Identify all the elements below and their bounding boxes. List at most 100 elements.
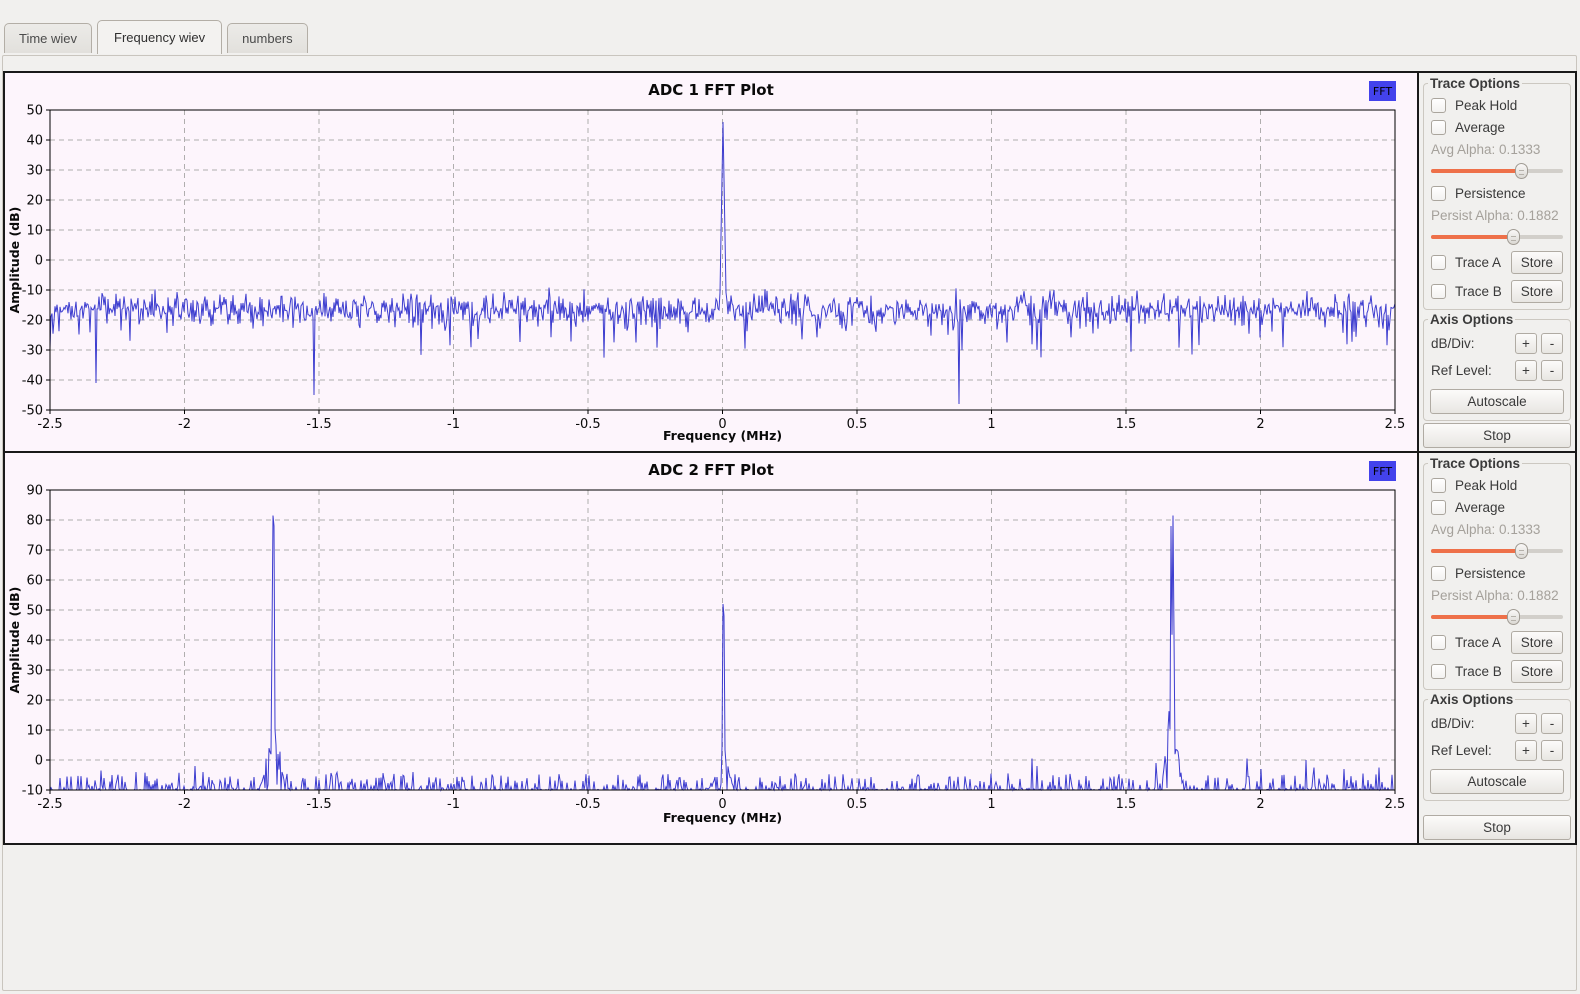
tab-time-view[interactable]: Time wiev xyxy=(4,23,92,53)
svg-text:1: 1 xyxy=(987,797,995,812)
slider-handle[interactable] xyxy=(1515,163,1528,179)
trace-a-store-button[interactable]: Store xyxy=(1511,631,1563,654)
svg-text:-10: -10 xyxy=(22,784,43,799)
trace-a-checkbox[interactable] xyxy=(1431,255,1446,270)
trace-b-store-button[interactable]: Store xyxy=(1511,280,1563,303)
ref-level-row: Ref Level: + - xyxy=(1431,360,1563,381)
ref-level-label: Ref Level: xyxy=(1431,743,1492,758)
persistence-label: Persistence xyxy=(1455,186,1526,201)
db-div-minus-button[interactable]: - xyxy=(1541,713,1563,734)
slider-fill xyxy=(1431,615,1513,619)
db-div-minus-button[interactable]: - xyxy=(1541,333,1563,354)
svg-text:-1: -1 xyxy=(447,417,460,432)
trace-b-store-button[interactable]: Store xyxy=(1511,660,1563,683)
avg-alpha-slider[interactable] xyxy=(1431,162,1563,179)
slider-fill xyxy=(1431,169,1521,173)
slider-handle[interactable] xyxy=(1507,229,1520,245)
db-div-plus-button[interactable]: + xyxy=(1515,333,1537,354)
trace-options-title: Trace Options xyxy=(1428,456,1522,471)
trace-a-checkbox[interactable] xyxy=(1431,635,1446,650)
trace-options-group: Trace Options Peak Hold Average Avg Alph… xyxy=(1423,76,1571,310)
db-div-plus-button[interactable]: + xyxy=(1515,713,1537,734)
avg-alpha-label: Avg Alpha: 0.1333 xyxy=(1431,522,1563,537)
db-div-label: dB/Div: xyxy=(1431,716,1475,731)
svg-text:50: 50 xyxy=(26,604,43,619)
peak-hold-checkbox[interactable] xyxy=(1431,98,1446,113)
trace-options-group: Trace Options Peak Hold Average Avg Alph… xyxy=(1423,456,1571,690)
svg-text:-1.5: -1.5 xyxy=(306,417,331,432)
svg-text:Amplitude (dB): Amplitude (dB) xyxy=(7,207,22,314)
trace-a-store-button[interactable]: Store xyxy=(1511,251,1563,274)
trace-b-checkbox[interactable] xyxy=(1431,664,1446,679)
db-div-label: dB/Div: xyxy=(1431,336,1475,351)
svg-text:-30: -30 xyxy=(22,344,43,359)
fft-badge: FFT xyxy=(1369,461,1396,481)
svg-text:2.5: 2.5 xyxy=(1385,797,1406,812)
adc2-fft-plot-canvas: -2.5-2-1.5-1-0.500.511.522.5908070605040… xyxy=(5,453,1417,843)
trace-a-label: Trace A xyxy=(1455,635,1501,650)
slider-fill xyxy=(1431,549,1521,553)
svg-text:30: 30 xyxy=(26,664,43,679)
stop-button[interactable]: Stop xyxy=(1423,815,1571,840)
svg-text:10: 10 xyxy=(26,224,43,239)
persistence-row: Persistence xyxy=(1431,566,1563,581)
axis-options-title: Axis Options xyxy=(1428,312,1515,327)
ref-level-plus-button[interactable]: + xyxy=(1515,360,1537,381)
peak-hold-label: Peak Hold xyxy=(1455,478,1517,493)
axis-options-group: Axis Options dB/Div: + - Ref Level: + - … xyxy=(1423,692,1571,801)
persistence-label: Persistence xyxy=(1455,566,1526,581)
tab-numbers[interactable]: numbers xyxy=(227,23,308,53)
ref-level-label: Ref Level: xyxy=(1431,363,1492,378)
adc2-row: -2.5-2-1.5-1-0.500.511.522.5908070605040… xyxy=(5,451,1575,843)
ref-level-minus-button[interactable]: - xyxy=(1541,360,1563,381)
slider-fill xyxy=(1431,235,1513,239)
persist-alpha-slider[interactable] xyxy=(1431,608,1563,625)
peak-hold-row: Peak Hold xyxy=(1431,478,1563,493)
ref-level-minus-button[interactable]: - xyxy=(1541,740,1563,761)
persist-alpha-slider[interactable] xyxy=(1431,228,1563,245)
autoscale-button[interactable]: Autoscale xyxy=(1430,389,1564,414)
average-checkbox[interactable] xyxy=(1431,500,1446,515)
persistence-checkbox[interactable] xyxy=(1431,186,1446,201)
svg-text:2.5: 2.5 xyxy=(1385,417,1406,432)
avg-alpha-slider[interactable] xyxy=(1431,542,1563,559)
svg-text:2: 2 xyxy=(1256,797,1264,812)
tab-frequency-view[interactable]: Frequency wiev xyxy=(97,20,222,54)
fft-badge: FFT xyxy=(1369,81,1396,101)
persistence-row: Persistence xyxy=(1431,186,1563,201)
axis-options-group: Axis Options dB/Div: + - Ref Level: + - … xyxy=(1423,312,1571,421)
trace-a-row: Trace A Store xyxy=(1431,251,1563,274)
trace-b-row: Trace B Store xyxy=(1431,660,1563,683)
svg-text:50: 50 xyxy=(26,104,43,119)
adc1-plot-panel: -2.5-2-1.5-1-0.500.511.522.550403020100-… xyxy=(5,73,1417,451)
svg-text:-0.5: -0.5 xyxy=(575,417,600,432)
trace-b-checkbox[interactable] xyxy=(1431,284,1446,299)
persistence-checkbox[interactable] xyxy=(1431,566,1446,581)
svg-text:80: 80 xyxy=(26,514,43,529)
trace-b-row: Trace B Store xyxy=(1431,280,1563,303)
db-div-row: dB/Div: + - xyxy=(1431,713,1563,734)
svg-text:-1.5: -1.5 xyxy=(306,797,331,812)
svg-text:70: 70 xyxy=(26,544,43,559)
svg-text:10: 10 xyxy=(26,724,43,739)
slider-handle[interactable] xyxy=(1507,609,1520,625)
adc2-sidebar: Trace Options Peak Hold Average Avg Alph… xyxy=(1417,453,1575,843)
avg-alpha-label: Avg Alpha: 0.1333 xyxy=(1431,142,1563,157)
adc1-plot-title: ADC 1 FFT Plot xyxy=(5,81,1417,99)
average-row: Average xyxy=(1431,120,1563,135)
peak-hold-row: Peak Hold xyxy=(1431,98,1563,113)
trace-a-row: Trace A Store xyxy=(1431,631,1563,654)
adc2-plot-panel: -2.5-2-1.5-1-0.500.511.522.5908070605040… xyxy=(5,453,1417,843)
autoscale-button[interactable]: Autoscale xyxy=(1430,769,1564,794)
slider-handle[interactable] xyxy=(1515,543,1528,559)
svg-text:1.5: 1.5 xyxy=(1116,417,1137,432)
average-checkbox[interactable] xyxy=(1431,120,1446,135)
ref-level-plus-button[interactable]: + xyxy=(1515,740,1537,761)
svg-text:Amplitude (dB): Amplitude (dB) xyxy=(7,587,22,694)
stop-button[interactable]: Stop xyxy=(1423,423,1571,448)
svg-text:40: 40 xyxy=(26,634,43,649)
svg-text:-40: -40 xyxy=(22,374,43,389)
svg-text:1: 1 xyxy=(987,417,995,432)
axis-options-title: Axis Options xyxy=(1428,692,1515,707)
peak-hold-checkbox[interactable] xyxy=(1431,478,1446,493)
